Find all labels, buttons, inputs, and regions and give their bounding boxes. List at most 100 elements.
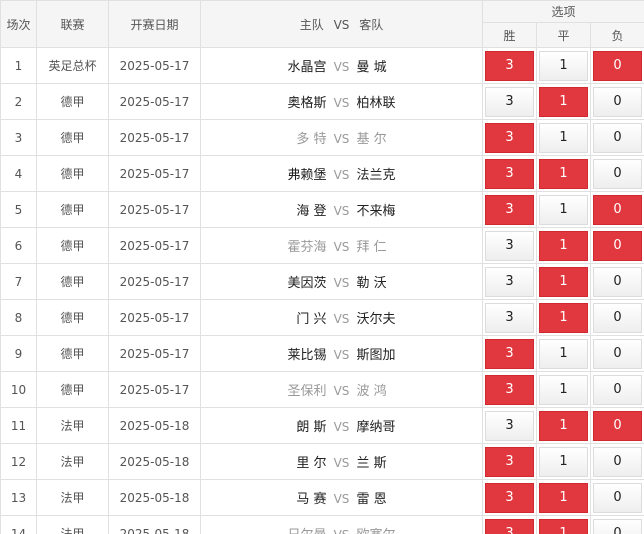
match-no: 7 bbox=[0, 263, 37, 300]
away-team: 欧塞尔 bbox=[357, 524, 451, 534]
matchup: 水晶宫 VS 曼 城 bbox=[200, 47, 483, 84]
option-win-button[interactable]: 3 bbox=[485, 122, 534, 153]
vs-label: VS bbox=[333, 240, 350, 254]
option-lose-button[interactable]: 0 bbox=[593, 482, 643, 513]
option-draw-button[interactable]: 1 bbox=[539, 86, 588, 117]
option-win-button[interactable]: 3 bbox=[485, 482, 534, 513]
vs-label: VS bbox=[333, 276, 350, 290]
match-date: 2025-05-17 bbox=[108, 371, 201, 408]
option-lose-button[interactable]: 0 bbox=[593, 518, 643, 534]
away-team: 曼 城 bbox=[356, 60, 387, 75]
option-draw-button[interactable]: 1 bbox=[539, 518, 588, 534]
home-team: 海 登 bbox=[296, 204, 327, 219]
table-row: 6 德甲 2025-05-17 霍芬海 VS 拜 仁 310 bbox=[0, 227, 644, 264]
match-no: 4 bbox=[0, 155, 37, 192]
match-date: 2025-05-17 bbox=[108, 119, 201, 156]
home-team: 朗 斯 bbox=[296, 420, 327, 435]
away-team: 波 鸿 bbox=[356, 384, 387, 399]
matchup: 多 特 VS 基 尔 bbox=[200, 119, 483, 156]
match-table: 场次 联赛 开赛日期 主队 VS 客队 选项 胜 平 负 1 英足总杯 2025-0… bbox=[0, 0, 644, 534]
option-draw-button[interactable]: 1 bbox=[539, 194, 588, 225]
vs-label: VS bbox=[333, 132, 350, 146]
option-draw-button[interactable]: 1 bbox=[539, 122, 588, 153]
option-draw-button[interactable]: 1 bbox=[539, 410, 588, 441]
option-lose-button[interactable]: 0 bbox=[593, 338, 643, 369]
option-win-button[interactable]: 3 bbox=[485, 410, 534, 441]
option-win-button[interactable]: 3 bbox=[485, 446, 534, 477]
table-row: 11 法甲 2025-05-18 朗 斯 VS 摩纳哥 3 1 0 bbox=[0, 407, 644, 444]
header-option-lose: 负 bbox=[589, 22, 644, 48]
match-no: 10 bbox=[0, 371, 37, 408]
option-draw-button[interactable]: 1 bbox=[539, 302, 588, 333]
option-win-button[interactable]: 3 bbox=[485, 230, 534, 261]
away-team: 沃尔夫 bbox=[356, 312, 396, 327]
option-lose-button[interactable]: 0 bbox=[593, 230, 643, 261]
option-lose-button[interactable]: 0 bbox=[593, 86, 643, 117]
match-no: 12 bbox=[0, 443, 37, 480]
matchup: 弗赖堡 VS 法兰克 bbox=[200, 155, 483, 192]
table-row: 12 法甲 2025-05-18 里 尔 VS 兰 斯 310 bbox=[0, 443, 644, 480]
match-no: 8 bbox=[0, 299, 37, 336]
vs-label: VS bbox=[333, 60, 350, 74]
option-lose-button[interactable]: 0 bbox=[593, 302, 643, 333]
option-lose-button[interactable]: 0 bbox=[593, 158, 643, 189]
matchup: 里 尔 VS 兰 斯 bbox=[200, 443, 483, 480]
header-match-no: 场次 bbox=[0, 0, 37, 48]
table-row: 1 英足总杯 2025-05-17 水晶宫 VS 曼 城310 bbox=[0, 47, 644, 84]
match-no: 3 bbox=[0, 119, 37, 156]
match-no: 2 bbox=[0, 83, 37, 120]
option-draw-button[interactable]: 1 bbox=[539, 338, 588, 369]
option-win-button[interactable]: 3 bbox=[485, 374, 534, 405]
option-win-button[interactable]: 3 bbox=[485, 266, 534, 297]
away-team: 拜 仁 bbox=[356, 240, 387, 255]
league-name: 法甲 bbox=[36, 407, 109, 444]
home-team: 水晶宫 bbox=[287, 60, 327, 75]
match-date: 2025-05-17 bbox=[108, 191, 201, 228]
vs-label: VS bbox=[333, 492, 350, 506]
option-draw-button[interactable]: 1 bbox=[539, 158, 588, 189]
option-win-button[interactable]: 3 bbox=[485, 518, 534, 534]
option-draw-button[interactable]: 1 bbox=[539, 446, 588, 477]
matchup: 圣保利 VS 波 鸿 bbox=[200, 371, 483, 408]
option-win-button[interactable]: 3 bbox=[485, 302, 534, 333]
table-row: 13 法甲 2025-05-18 马 赛 VS 雷 恩 310 bbox=[0, 479, 644, 516]
home-team: 美因茨 bbox=[287, 276, 327, 291]
option-win-button[interactable]: 3 bbox=[485, 50, 534, 81]
option-draw-button[interactable]: 1 bbox=[539, 266, 588, 297]
table-row: 8 德甲 2025-05-17 门 兴 VS 沃尔夫 3 1 0 bbox=[0, 299, 644, 336]
vs-label: VS bbox=[333, 204, 350, 218]
option-draw-button[interactable]: 1 bbox=[539, 374, 588, 405]
match-date: 2025-05-18 bbox=[108, 515, 201, 534]
option-lose-button[interactable]: 0 bbox=[593, 266, 643, 297]
header-home: 主队 bbox=[299, 17, 324, 32]
match-no: 1 bbox=[0, 47, 37, 84]
vs-label: VS bbox=[333, 168, 350, 182]
league-name: 德甲 bbox=[36, 83, 109, 120]
option-lose-button[interactable]: 0 bbox=[593, 410, 643, 441]
option-lose-button[interactable]: 0 bbox=[593, 374, 643, 405]
league-name: 法甲 bbox=[36, 515, 109, 534]
option-draw-button[interactable]: 1 bbox=[539, 50, 588, 81]
match-date: 2025-05-17 bbox=[108, 47, 201, 84]
option-lose-button[interactable]: 0 bbox=[593, 446, 643, 477]
league-name: 法甲 bbox=[36, 443, 109, 480]
option-win-button[interactable]: 3 bbox=[485, 86, 534, 117]
vs-label: VS bbox=[333, 312, 350, 326]
header-option-win: 胜 bbox=[482, 22, 537, 48]
matchup: 莱比锡 VS 斯图加 bbox=[200, 335, 483, 372]
option-draw-button[interactable]: 1 bbox=[539, 230, 588, 261]
option-win-button[interactable]: 3 bbox=[485, 194, 534, 225]
option-lose-button[interactable]: 0 bbox=[593, 194, 643, 225]
option-lose-button[interactable]: 0 bbox=[593, 122, 643, 153]
match-date: 2025-05-18 bbox=[108, 479, 201, 516]
option-draw-button[interactable]: 1 bbox=[539, 482, 588, 513]
header-vs: VS bbox=[333, 17, 350, 32]
match-date: 2025-05-17 bbox=[108, 83, 201, 120]
league-name: 德甲 bbox=[36, 227, 109, 264]
header-date: 开赛日期 bbox=[108, 0, 201, 48]
home-team: 里 尔 bbox=[296, 456, 327, 471]
option-win-button[interactable]: 3 bbox=[485, 338, 534, 369]
option-win-button[interactable]: 3 bbox=[485, 158, 534, 189]
option-lose-button[interactable]: 0 bbox=[593, 50, 643, 81]
table-row: 5 德甲 2025-05-17 海 登 VS 不来梅 3 1 0 bbox=[0, 191, 644, 228]
